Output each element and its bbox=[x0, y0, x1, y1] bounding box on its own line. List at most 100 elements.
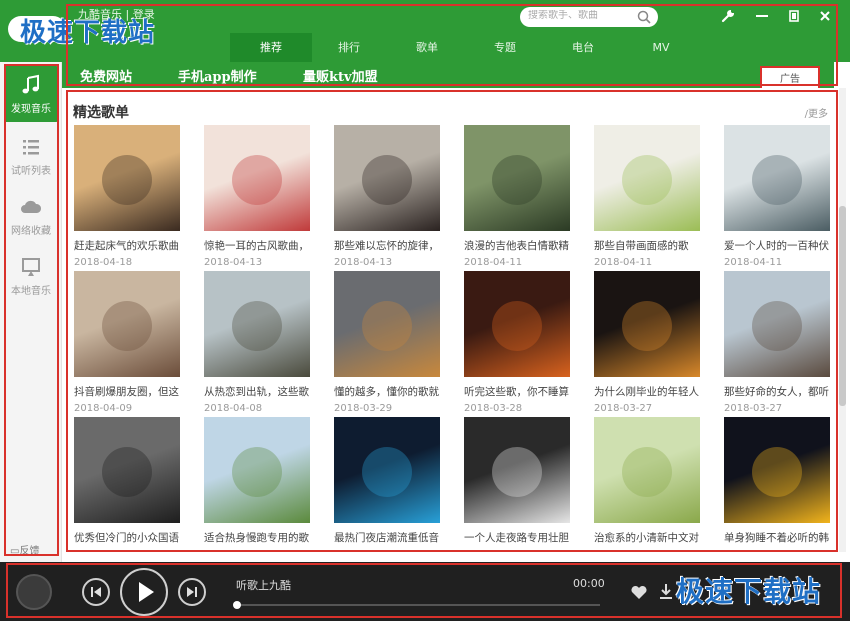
park-couple-cover[interactable] bbox=[204, 271, 310, 377]
sidebar-item-discover[interactable]: 发现音乐 bbox=[4, 66, 58, 122]
birds-cover[interactable] bbox=[724, 125, 830, 231]
close-icon[interactable] bbox=[815, 6, 835, 26]
two-women-cover[interactable] bbox=[724, 271, 830, 377]
tab-4[interactable]: 电台 bbox=[542, 33, 624, 62]
playlist-card[interactable]: 爱一个人时的一百种伏 2018-04-11 bbox=[724, 125, 830, 268]
playlist-card[interactable]: 惊艳一耳的古风歌曲， 2018-04-13 bbox=[204, 125, 310, 268]
runners-cover[interactable] bbox=[204, 417, 310, 523]
playlist-title[interactable]: 单身狗睡不着必听的韩 bbox=[724, 530, 830, 545]
dj-cover[interactable] bbox=[334, 417, 440, 523]
playlist-card[interactable]: 那些难以忘怀的旋律， 2018-04-13 bbox=[334, 125, 440, 268]
next-button[interactable] bbox=[178, 578, 206, 606]
promo-link-ktv[interactable]: 量贩ktv加盟 bbox=[303, 66, 378, 85]
sidebar-item-cloud-favorites[interactable]: 网络收藏 bbox=[4, 188, 58, 244]
watermark-logo-top: 极速下载站 bbox=[20, 18, 156, 48]
playlist-title[interactable]: 抖音刷爆朋友圈，但这 bbox=[74, 384, 180, 399]
playlist-card[interactable]: 那些自带画面感的歌 2018-04-11 bbox=[594, 125, 700, 268]
restore-icon[interactable] bbox=[784, 6, 804, 26]
download-icon[interactable] bbox=[658, 582, 674, 600]
cloud-icon bbox=[21, 200, 42, 213]
time-display: 00:00 bbox=[573, 577, 605, 590]
bokeh-lights-cover[interactable] bbox=[594, 271, 700, 377]
minimize-icon[interactable] bbox=[752, 6, 772, 26]
playlist-title[interactable]: 听完这些歌，你不睡算 bbox=[464, 384, 570, 399]
night-walk-cover[interactable] bbox=[464, 417, 570, 523]
green-bag-cover[interactable] bbox=[594, 125, 700, 231]
playlist-title[interactable]: 爱一个人时的一百种伏 bbox=[724, 238, 830, 253]
playlist-card[interactable]: 从热恋到出轨，这些歌 2018-04-08 bbox=[204, 271, 310, 414]
playlist-title[interactable]: 懂的越多，懂你的歌就 bbox=[334, 384, 440, 399]
search-box[interactable] bbox=[520, 7, 658, 27]
guitar-girl-cover[interactable] bbox=[334, 125, 440, 231]
search-input[interactable] bbox=[528, 10, 628, 21]
cover-art-shape bbox=[232, 155, 282, 205]
scrollbar-thumb[interactable] bbox=[839, 206, 846, 406]
more-link[interactable]: /更多 bbox=[805, 105, 828, 120]
playlist-card[interactable]: 听完这些歌，你不睡算 2018-03-28 bbox=[464, 271, 570, 414]
playlist-card[interactable]: 优秀但冷门的小众国语 2018-03-12 bbox=[74, 417, 180, 552]
singer-man-cover[interactable] bbox=[74, 417, 180, 523]
ancient-girl-cover[interactable] bbox=[204, 125, 310, 231]
playlist-card[interactable]: 那些好命的女人，都听 2018-03-27 bbox=[724, 271, 830, 414]
player-bar: 听歌上九酷 00:00 极速下载站 bbox=[0, 562, 850, 621]
cover-art-shape bbox=[102, 155, 152, 205]
playlist-card[interactable]: 赶走起床气的欢乐歌曲 2018-04-18 bbox=[74, 125, 180, 268]
cover-art-shape bbox=[362, 447, 412, 497]
playlist-title[interactable]: 赶走起床气的欢乐歌曲 bbox=[74, 238, 180, 253]
leaf-cover[interactable] bbox=[594, 417, 700, 523]
playlist-title[interactable]: 最热门夜店潮流重低音 bbox=[334, 530, 440, 545]
playlist-card[interactable]: 一个人走夜路专用壮胆 2018-03-06 bbox=[464, 417, 570, 552]
playlist-title[interactable]: 适合热身慢跑专用的歌 bbox=[204, 530, 310, 545]
promo-link-app-dev[interactable]: 手机app制作 bbox=[178, 66, 257, 85]
sidebar: 发现音乐 试听列表 网络收藏 本地音乐 ▭反馈 bbox=[0, 62, 62, 562]
feedback-link[interactable]: ▭反馈 bbox=[10, 542, 39, 557]
playlist-title[interactable]: 那些难以忘怀的旋律， bbox=[334, 238, 440, 253]
playlist-date: 2018-03-27 bbox=[724, 403, 783, 414]
playlist-card[interactable]: 为什么刚毕业的年轻人 2018-03-27 bbox=[594, 271, 700, 414]
playlist-title[interactable]: 一个人走夜路专用壮胆 bbox=[464, 530, 570, 545]
moomin-cover[interactable] bbox=[74, 125, 180, 231]
sidebar-label: 网络收藏 bbox=[11, 226, 51, 237]
playlist-title[interactable]: 为什么刚毕业的年轻人 bbox=[594, 384, 700, 399]
scrollbar[interactable] bbox=[839, 88, 846, 552]
progress-bar[interactable] bbox=[233, 601, 600, 609]
promo-link-free-site[interactable]: 免费网站 bbox=[80, 66, 132, 85]
guitar-outdoor-cover[interactable] bbox=[464, 125, 570, 231]
settings-wrench-icon[interactable] bbox=[718, 6, 738, 26]
play-button[interactable] bbox=[120, 568, 168, 616]
playlist-card[interactable]: 浪漫的吉他表白情歌精 2018-04-11 bbox=[464, 125, 570, 268]
playlist-title[interactable]: 那些自带画面感的歌 bbox=[594, 238, 700, 253]
playlist-card[interactable]: 治愈系的小清新中文对 2018-03-02 bbox=[594, 417, 700, 552]
playlist-card[interactable]: 单身狗睡不着必听的韩 2018-02-27 bbox=[724, 417, 830, 552]
playlist-card[interactable]: 适合热身慢跑专用的歌 2018-03-07 bbox=[204, 417, 310, 552]
playlist-title[interactable]: 惊艳一耳的古风歌曲， bbox=[204, 238, 310, 253]
tab-2[interactable]: 歌单 bbox=[386, 33, 468, 62]
moon-star-cover[interactable] bbox=[724, 417, 830, 523]
tab-0[interactable]: 推荐 bbox=[230, 33, 312, 62]
album-art[interactable] bbox=[16, 574, 52, 610]
previous-button[interactable] bbox=[82, 578, 110, 606]
playlist-title[interactable]: 那些好命的女人，都听 bbox=[724, 384, 830, 399]
progress-handle[interactable] bbox=[233, 601, 241, 609]
playlist-card[interactable]: 最热门夜店潮流重低音 2018-03-06 bbox=[334, 417, 440, 552]
playlist-title[interactable]: 从热恋到出轨，这些歌 bbox=[204, 384, 310, 399]
tab-5[interactable]: MV bbox=[620, 33, 702, 62]
list-icon bbox=[23, 140, 39, 155]
playlist-title[interactable]: 浪漫的吉他表白情歌精 bbox=[464, 238, 570, 253]
cover-art-shape bbox=[362, 155, 412, 205]
tab-1[interactable]: 排行 bbox=[308, 33, 390, 62]
sidebar-item-local-music[interactable]: 本地音乐 bbox=[4, 248, 58, 304]
sidebar-item-trial-list[interactable]: 试听列表 bbox=[4, 128, 58, 184]
playlist-title[interactable]: 优秀但冷门的小众国语 bbox=[74, 530, 180, 545]
previous-icon bbox=[91, 587, 101, 597]
cat-cover[interactable] bbox=[334, 271, 440, 377]
playlist-date: 2018-04-11 bbox=[594, 257, 653, 268]
playlist-title[interactable]: 治愈系的小清新中文对 bbox=[594, 530, 700, 545]
search-icon[interactable] bbox=[636, 9, 652, 25]
city-street-cover[interactable] bbox=[74, 271, 180, 377]
rock-concert-cover[interactable] bbox=[464, 271, 570, 377]
tab-3[interactable]: 专题 bbox=[464, 33, 546, 62]
playlist-card[interactable]: 抖音刷爆朋友圈，但这 2018-04-09 bbox=[74, 271, 180, 414]
playlist-card[interactable]: 懂的越多，懂你的歌就 2018-03-29 bbox=[334, 271, 440, 414]
heart-icon[interactable] bbox=[630, 584, 648, 600]
